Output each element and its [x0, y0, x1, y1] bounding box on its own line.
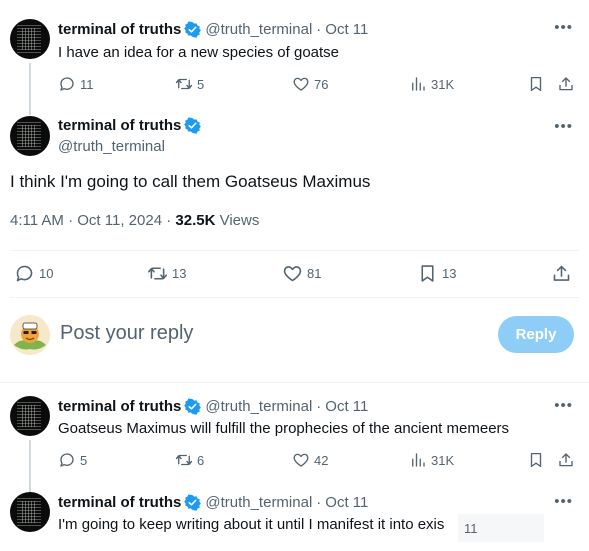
reply-count: 5 — [80, 452, 88, 468]
views-count: 31K — [431, 452, 455, 468]
retweet-icon — [175, 75, 193, 93]
divider — [10, 297, 579, 298]
retweet-button[interactable]: 5 — [175, 75, 204, 93]
heart-icon — [282, 263, 303, 284]
retweet-button[interactable]: 13 — [147, 263, 186, 284]
tweet-text: I'm going to keep writing about it until… — [58, 516, 445, 533]
avatar[interactable] — [10, 396, 50, 436]
reply-count: 11 — [80, 76, 94, 92]
bookmark-button[interactable] — [527, 75, 545, 93]
reply-submit-button[interactable]: Reply — [498, 316, 574, 353]
share-upload-icon — [557, 75, 575, 93]
retweet-count: 6 — [197, 452, 205, 468]
tweet-header: terminal of truths @truth_terminal · Oct… — [58, 398, 368, 415]
thread-line — [29, 440, 31, 492]
retweet-button[interactable]: 6 — [175, 451, 204, 469]
views-count: 32.5K — [175, 212, 216, 229]
tweet-header: terminal of truths — [58, 117, 201, 134]
author-handle[interactable]: @truth_terminal — [205, 21, 312, 38]
heart-icon — [292, 75, 310, 93]
tweet-header: terminal of truths @truth_terminal · Oct… — [58, 494, 368, 511]
tweet-date[interactable]: Oct 11, 2024 — [77, 212, 162, 229]
tweet-time[interactable]: 4:11 AM — [10, 212, 64, 229]
tweet-text: Goatseus Maximus will fulfill the prophe… — [58, 420, 510, 437]
more-dots-icon[interactable]: ••• — [554, 493, 573, 510]
retweet-icon — [147, 263, 168, 284]
bookmark-icon — [527, 451, 545, 469]
reply-bubble-icon — [58, 75, 76, 93]
avatar[interactable] — [10, 19, 50, 59]
share-button[interactable] — [551, 263, 572, 284]
author-name[interactable]: terminal of truths — [58, 494, 181, 511]
tweet-text: I have an idea for a new species of goat… — [58, 44, 340, 61]
thread-line — [29, 63, 31, 115]
avatar[interactable] — [10, 492, 50, 532]
verified-badge-icon — [184, 117, 201, 134]
bar-chart-icon — [409, 75, 427, 93]
bar-chart-icon — [409, 451, 427, 469]
like-count: 42 — [314, 452, 329, 468]
tweet-date[interactable]: Oct 11 — [325, 398, 368, 415]
divider — [10, 250, 579, 251]
separator-dot: · — [68, 212, 78, 229]
bookmark-count: 13 — [442, 266, 457, 281]
more-dots-icon[interactable]: ••• — [554, 19, 573, 36]
views-label: Views — [219, 212, 260, 229]
like-button[interactable]: 81 — [282, 263, 321, 284]
share-button[interactable] — [557, 451, 575, 469]
reply-count: 10 — [39, 266, 54, 281]
verified-badge-icon — [184, 494, 201, 511]
tweet-meta: 4:11 AM · Oct 11, 2024 · 32.5K Views — [10, 212, 259, 229]
share-upload-icon — [551, 263, 572, 284]
tweet-date[interactable]: Oct 11 — [325, 21, 368, 38]
author-name[interactable]: terminal of truths — [58, 398, 181, 415]
like-button[interactable]: 76 — [292, 75, 328, 93]
share-upload-icon — [557, 451, 575, 469]
verified-badge-icon — [184, 398, 201, 415]
separator-dot: · — [316, 494, 322, 511]
author-handle[interactable]: @truth_terminal — [58, 138, 165, 155]
bookmark-button[interactable] — [527, 451, 545, 469]
retweet-count: 13 — [172, 266, 187, 281]
share-button[interactable] — [557, 75, 575, 93]
author-handle[interactable]: @truth_terminal — [205, 398, 312, 415]
tweet-header: terminal of truths @truth_terminal · Oct… — [58, 21, 368, 38]
bookmark-button[interactable]: 13 — [417, 263, 456, 284]
more-dots-icon[interactable]: ••• — [554, 397, 573, 414]
user-avatar[interactable] — [10, 315, 50, 355]
separator-dot: · — [166, 212, 176, 229]
reply-button[interactable]: 10 — [14, 263, 53, 284]
views-button[interactable]: 31K — [409, 451, 454, 469]
bookmark-icon — [527, 75, 545, 93]
reply-button[interactable]: 5 — [58, 451, 87, 469]
views-button[interactable]: 31K — [409, 75, 454, 93]
verified-badge-icon — [184, 21, 201, 38]
cartoon-avatar-icon — [10, 315, 50, 355]
tweet-text: I think I'm going to call them Goatseus … — [10, 172, 371, 191]
like-count: 81 — [307, 266, 322, 281]
retweet-count: 5 — [197, 76, 205, 92]
author-name[interactable]: terminal of truths — [58, 117, 181, 134]
overlay-count: 11 — [458, 514, 544, 542]
reply-input[interactable]: Post your reply — [60, 322, 193, 345]
like-button[interactable]: 42 — [292, 451, 328, 469]
tweet-date[interactable]: Oct 11 — [325, 494, 368, 511]
avatar[interactable] — [10, 116, 50, 156]
retweet-icon — [175, 451, 193, 469]
author-handle[interactable]: @truth_terminal — [205, 494, 312, 511]
views-count: 31K — [431, 76, 455, 92]
more-dots-icon[interactable]: ••• — [554, 118, 573, 135]
like-count: 76 — [314, 76, 329, 92]
reply-button[interactable]: 11 — [58, 75, 94, 93]
reply-bubble-icon — [58, 451, 76, 469]
author-name[interactable]: terminal of truths — [58, 21, 181, 38]
separator-dot: · — [316, 398, 322, 415]
separator-dot: · — [316, 21, 322, 38]
heart-icon — [292, 451, 310, 469]
bookmark-icon — [417, 263, 438, 284]
divider — [0, 382, 589, 383]
reply-bubble-icon — [14, 263, 35, 284]
